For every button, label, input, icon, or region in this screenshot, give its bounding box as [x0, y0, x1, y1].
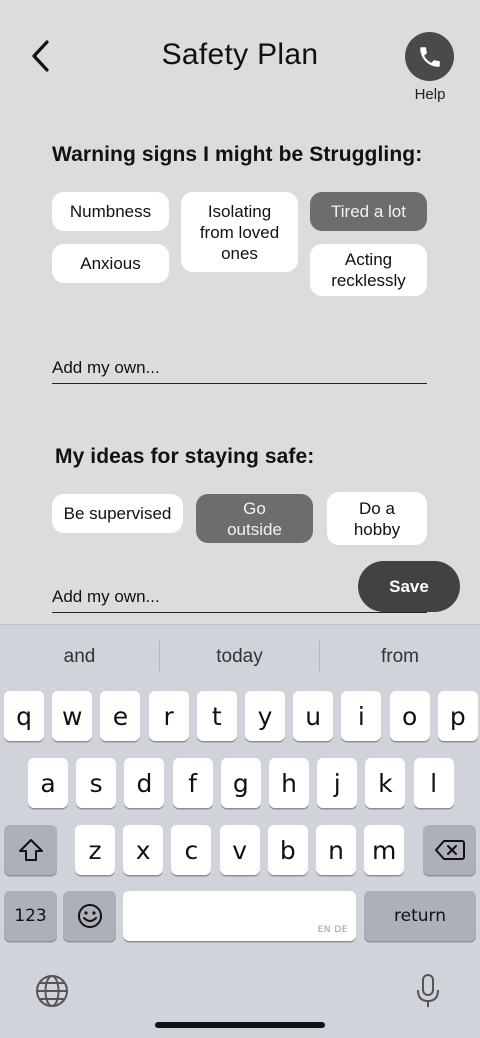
- chip-numbness[interactable]: Numbness: [52, 192, 169, 231]
- key-l[interactable]: l: [413, 758, 454, 808]
- chip-acting-recklessly[interactable]: Acting recklessly: [310, 244, 427, 296]
- warning-add-own-input[interactable]: [52, 356, 427, 384]
- key-a[interactable]: a: [28, 758, 68, 808]
- key-z[interactable]: z: [75, 825, 115, 875]
- phone-icon: [419, 46, 440, 67]
- key-n[interactable]: n: [316, 825, 356, 875]
- key-v[interactable]: v: [219, 825, 260, 875]
- chip-go-outside[interactable]: Go outside: [196, 494, 313, 543]
- delete-icon: [434, 840, 465, 860]
- key-j[interactable]: j: [317, 758, 358, 808]
- key-h[interactable]: h: [269, 758, 309, 808]
- key-e[interactable]: e: [100, 691, 141, 741]
- key-x[interactable]: x: [123, 825, 164, 875]
- chip-anxious[interactable]: Anxious: [52, 244, 169, 283]
- key-w[interactable]: w: [52, 691, 93, 741]
- shift-icon: [18, 839, 43, 861]
- emoji-icon: [77, 904, 102, 928]
- space-key[interactable]: EN DE: [123, 891, 356, 941]
- key-r[interactable]: r: [148, 691, 189, 741]
- key-o[interactable]: o: [389, 691, 430, 741]
- suggestion-and[interactable]: and: [0, 625, 159, 689]
- key-y[interactable]: y: [245, 691, 285, 741]
- key-i[interactable]: i: [341, 691, 382, 741]
- chip-do-a-hobby[interactable]: Do a hobby: [327, 492, 427, 545]
- key-b[interactable]: b: [267, 825, 308, 875]
- key-s[interactable]: s: [76, 758, 117, 808]
- emoji-key[interactable]: [63, 891, 116, 941]
- key-f[interactable]: f: [172, 758, 213, 808]
- chip-be-supervised[interactable]: Be supervised: [52, 494, 183, 533]
- microphone-icon: [417, 974, 439, 1007]
- safety-plan-screen: Safety Plan Help Warning signs I might b…: [0, 0, 480, 1038]
- chip-isolating[interactable]: Isolating from loved ones: [181, 192, 298, 272]
- numbers-key[interactable]: 123: [4, 891, 57, 941]
- delete-key[interactable]: [423, 825, 476, 875]
- help-label: Help: [414, 86, 446, 103]
- suggestion-today[interactable]: today: [160, 625, 319, 689]
- key-u[interactable]: u: [293, 691, 334, 741]
- save-button[interactable]: Save: [358, 561, 460, 612]
- key-q[interactable]: q: [4, 691, 44, 741]
- chip-tired-a-lot[interactable]: Tired a lot: [310, 192, 427, 231]
- help-button[interactable]: [405, 32, 454, 81]
- ideas-heading: My ideas for staying safe:: [55, 445, 315, 468]
- key-g[interactable]: g: [220, 758, 261, 808]
- home-indicator: [155, 1022, 325, 1028]
- key-d[interactable]: d: [124, 758, 165, 808]
- return-key[interactable]: return: [364, 891, 476, 941]
- microphone-button[interactable]: [408, 969, 448, 1013]
- shift-key[interactable]: [4, 825, 57, 875]
- key-c[interactable]: c: [171, 825, 212, 875]
- space-language-label: EN DE: [317, 925, 348, 935]
- key-t[interactable]: t: [196, 691, 237, 741]
- warning-signs-heading: Warning signs I might be Struggling:: [52, 143, 423, 166]
- globe-button[interactable]: [32, 971, 72, 1011]
- suggestion-from[interactable]: from: [320, 625, 480, 689]
- globe-icon: [36, 975, 68, 1007]
- key-m[interactable]: m: [364, 825, 405, 875]
- key-p[interactable]: p: [437, 691, 478, 741]
- key-k[interactable]: k: [365, 758, 406, 808]
- keyboard: and today from qwertyuiop asdfghjkl zxcv…: [0, 624, 480, 1038]
